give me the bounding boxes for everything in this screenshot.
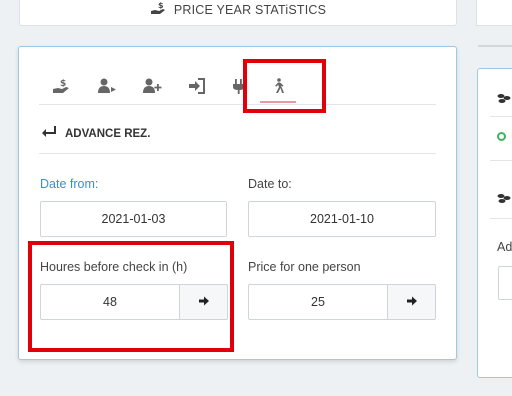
right-top-card [476, 0, 512, 26]
tab-walk-in[interactable] [266, 75, 290, 97]
section-title-text: ADVANCE REZ. [65, 127, 151, 140]
right-panel-input[interactable] [498, 266, 512, 300]
price-submit-button[interactable] [388, 284, 436, 320]
date-from-label: Date from: [40, 177, 99, 191]
hours-input[interactable] [40, 284, 180, 320]
user-plus-icon [142, 78, 162, 94]
date-to-label: Date to: [248, 177, 292, 191]
date-to-input[interactable] [248, 201, 436, 237]
right-divider [490, 218, 512, 219]
section-title: ADVANCE REZ. [41, 125, 150, 142]
divider [478, 45, 512, 47]
sign-in-icon [188, 78, 206, 94]
price-input[interactable] [248, 284, 388, 320]
arrow-right-icon [406, 293, 418, 311]
return-arrow-icon [41, 125, 57, 142]
tab-price[interactable]: $ [49, 75, 73, 97]
svg-text:$: $ [60, 79, 66, 89]
coins-icon [497, 192, 511, 210]
section-divider [39, 153, 436, 154]
coins-icon [497, 92, 511, 110]
tab-plug[interactable] [227, 75, 251, 97]
tab-check-in[interactable] [185, 75, 209, 97]
hours-submit-button[interactable] [180, 284, 228, 320]
date-from-input[interactable] [40, 201, 227, 237]
tab-add-user[interactable] [140, 75, 164, 97]
right-divider [490, 160, 512, 161]
hand-money-icon: $ [150, 1, 166, 18]
active-tab-indicator [260, 101, 296, 103]
right-divider [490, 116, 512, 117]
price-year-statistics-header[interactable]: $ PRICE YEAR STATiSTICS [19, 0, 457, 26]
arrow-right-icon [198, 293, 210, 311]
right-panel-label: Ad [497, 240, 512, 254]
tab-bar: $ [39, 69, 436, 105]
tab-guests[interactable] [95, 75, 119, 97]
header-title: PRICE YEAR STATiSTICS [173, 2, 327, 17]
status-dot-icon [497, 132, 506, 141]
walking-person-icon [270, 78, 286, 94]
hours-label: Houres before check in (h) [40, 260, 188, 274]
advance-reservation-card: $ ADVANCE REZ. Date from: 2021-01-03 Dat… [18, 46, 457, 360]
hand-money-icon: $ [52, 78, 70, 94]
svg-text:$: $ [158, 1, 164, 10]
user-arrow-icon [97, 78, 117, 94]
plug-icon [230, 78, 248, 94]
price-label: Price for one person [248, 260, 361, 274]
right-card [477, 68, 512, 378]
